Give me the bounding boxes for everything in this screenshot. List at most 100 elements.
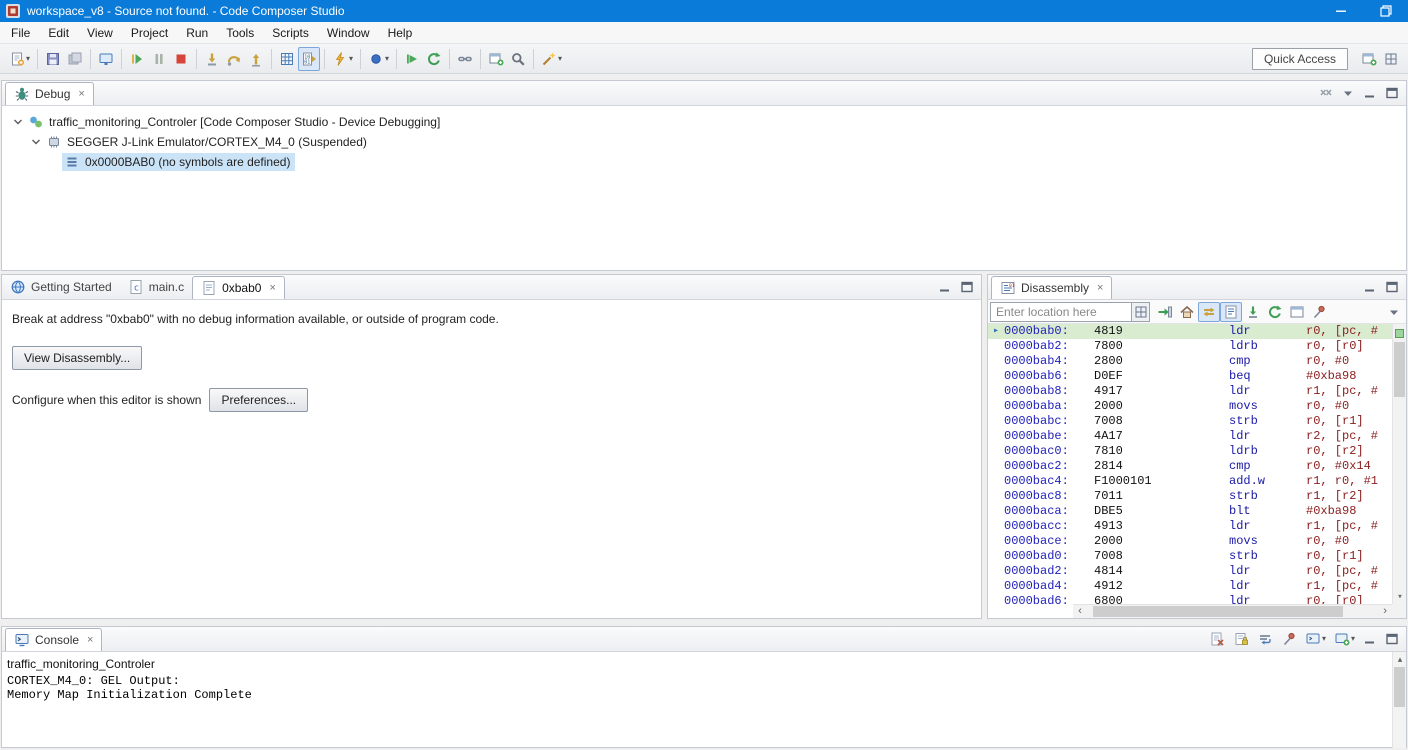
vertical-scrollbar[interactable]: ▾ [1392, 324, 1406, 604]
close-icon[interactable]: × [78, 88, 84, 100]
editor-tab-getting-started[interactable]: Getting Started [2, 275, 120, 299]
dropdown-arrow-icon[interactable]: ▾ [1351, 635, 1355, 643]
show-source-toggle[interactable] [1220, 301, 1242, 322]
debug-view-tab[interactable]: Debug × [5, 82, 94, 105]
close-icon[interactable]: × [1097, 282, 1103, 294]
debug-tree-item[interactable]: traffic_monitoring_Controler [Code Compo… [2, 112, 1406, 132]
disassembly-row[interactable]: 0000bace: 2000 movs r0, #0 [988, 534, 1406, 549]
menu-window[interactable]: Window [318, 23, 379, 43]
disassembly-row[interactable]: 0000babc: 7008 strb r0, [r1] [988, 414, 1406, 429]
location-input[interactable] [990, 301, 1132, 322]
preferences-button[interactable]: Preferences... [209, 388, 309, 412]
view-menu-button[interactable] [1384, 302, 1404, 322]
minimize-view-button[interactable] [1360, 277, 1380, 297]
scroll-right-arrow[interactable]: › [1378, 605, 1392, 619]
dropdown-arrow-icon[interactable]: ▾ [1322, 635, 1326, 643]
pin-console-toggle[interactable] [1278, 627, 1300, 651]
open-element-button[interactable]: ▾ [538, 47, 565, 71]
disassembly-row[interactable]: 0000bac2: 2814 cmp r0, #0x14 [988, 459, 1406, 474]
scroll-down-arrow[interactable]: ▾ [1393, 590, 1406, 604]
scrollbar-thumb[interactable] [1394, 667, 1405, 707]
clear-console-button[interactable] [1206, 627, 1228, 651]
scroll-lock-toggle[interactable] [1230, 627, 1252, 651]
vertical-scrollbar[interactable]: ▴ [1392, 652, 1406, 748]
open-perspective-button[interactable] [1358, 47, 1380, 71]
connect-target-button[interactable] [454, 47, 476, 71]
disassembly-row[interactable]: 0000bac4: F1000101 add.w r1, r0, #1 [988, 474, 1406, 489]
refresh-view-button[interactable] [1264, 302, 1286, 322]
close-icon[interactable]: × [87, 634, 93, 646]
disassembly-row[interactable]: 0000bab4: 2800 cmp r0, #0 [988, 354, 1406, 369]
disassembly-row[interactable]: ▸ 0000bab0: 4819 ldr r0, [pc, # [988, 324, 1406, 339]
debug-tree-item[interactable]: 0x0000BAB0 (no symbols are defined) [2, 152, 1406, 172]
breakpoint-button[interactable]: ▾ [365, 47, 392, 71]
disassembly-row[interactable]: 0000bac8: 7011 strb r1, [r2] [988, 489, 1406, 504]
assembly-step-into-button[interactable] [1242, 302, 1264, 322]
pin-view-button[interactable] [1308, 302, 1330, 322]
editor-tab-0xbab0[interactable]: 0xbab0 × [192, 276, 285, 299]
maximize-view-button[interactable] [1382, 277, 1402, 297]
open-console-button[interactable]: ▾ [1331, 627, 1358, 651]
menu-edit[interactable]: Edit [39, 23, 78, 43]
display-selected-console-button[interactable]: ▾ [1302, 627, 1329, 651]
ccs-edit-perspective-button[interactable] [1380, 47, 1402, 71]
disassembly-row[interactable]: 0000bac0: 7810 ldrb r0, [r2] [988, 444, 1406, 459]
step-over-button[interactable] [223, 47, 245, 71]
view-disassembly-button[interactable]: View Disassembly... [12, 346, 143, 370]
flash-button[interactable]: ▾ [329, 47, 356, 71]
menu-run[interactable]: Run [177, 23, 217, 43]
disassembly-row[interactable]: 0000bab2: 7800 ldrb r0, [r0] [988, 339, 1406, 354]
menu-project[interactable]: Project [122, 23, 177, 43]
save-all-button[interactable] [64, 47, 86, 71]
view-registers-button[interactable] [276, 47, 298, 71]
location-history-button[interactable] [1132, 301, 1150, 322]
debug-tree-item[interactable]: SEGGER J-Link Emulator/CORTEX_M4_0 (Susp… [2, 132, 1406, 152]
locate-pc-button[interactable] [1154, 302, 1176, 322]
refresh-button[interactable] [423, 47, 445, 71]
new-button[interactable]: ▾ [6, 47, 33, 71]
restore-window-button[interactable] [1363, 0, 1408, 22]
disassembly-row[interactable]: 0000bab8: 4917 ldr r1, [pc, # [988, 384, 1406, 399]
disassembly-row[interactable]: 0000bacc: 4913 ldr r1, [pc, # [988, 519, 1406, 534]
view-menu-button[interactable] [1338, 83, 1358, 103]
save-button[interactable] [42, 47, 64, 71]
menu-scripts[interactable]: Scripts [263, 23, 318, 43]
close-icon[interactable]: × [269, 282, 275, 294]
scrollbar-track[interactable] [1087, 605, 1378, 619]
step-return-button[interactable] [245, 47, 267, 71]
search-button[interactable] [507, 47, 529, 71]
disassembly-view-tab[interactable]: 01 Disassembly × [991, 276, 1113, 299]
disassembly-row[interactable]: 0000bab6: D0EF beq #0xba98 [988, 369, 1406, 384]
maximize-view-button[interactable] [1382, 83, 1402, 103]
scroll-up-arrow[interactable]: ▴ [1393, 652, 1406, 666]
dropdown-arrow-icon[interactable]: ▾ [26, 54, 30, 63]
quick-access-button[interactable]: Quick Access [1251, 47, 1348, 70]
new-window-button[interactable] [485, 47, 507, 71]
step-into-button[interactable] [201, 47, 223, 71]
resume-button[interactable] [126, 47, 148, 71]
restart-button[interactable] [401, 47, 423, 71]
suspend-button[interactable] [148, 47, 170, 71]
word-wrap-toggle[interactable] [1254, 627, 1276, 651]
remove-all-terminated-button[interactable] [1316, 83, 1336, 103]
menu-file[interactable]: File [2, 23, 39, 43]
sync-with-execution-toggle[interactable] [1198, 301, 1220, 322]
minimize-view-button[interactable] [1360, 629, 1380, 649]
disassembly-row[interactable]: 0000bad0: 7008 strb r0, [r1] [988, 549, 1406, 564]
scroll-left-arrow[interactable]: ‹ [1073, 605, 1087, 619]
terminate-button[interactable] [170, 47, 192, 71]
maximize-view-button[interactable] [1382, 629, 1402, 649]
assembly-step-mode-toggle[interactable]: 10 01 [298, 46, 321, 71]
expander-icon[interactable] [28, 134, 44, 150]
disassembly-row[interactable]: 0000bad4: 4912 ldr r1, [pc, # [988, 579, 1406, 594]
dropdown-arrow-icon[interactable]: ▾ [558, 54, 562, 63]
horizontal-scrollbar[interactable]: ‹ › [1073, 604, 1392, 618]
home-button[interactable] [1176, 302, 1198, 322]
disassembly-row[interactable]: 0000babe: 4A17 ldr r2, [pc, # [988, 429, 1406, 444]
menu-help[interactable]: Help [379, 23, 422, 43]
editor-tab-main-c[interactable]: c main.c [120, 275, 192, 299]
expander-icon[interactable] [10, 114, 26, 130]
disassembly-row[interactable]: 0000baca: DBE5 blt #0xba98 [988, 504, 1406, 519]
disassembly-row[interactable]: 0000bad2: 4814 ldr r0, [pc, # [988, 564, 1406, 579]
open-new-view-button[interactable] [1286, 302, 1308, 322]
